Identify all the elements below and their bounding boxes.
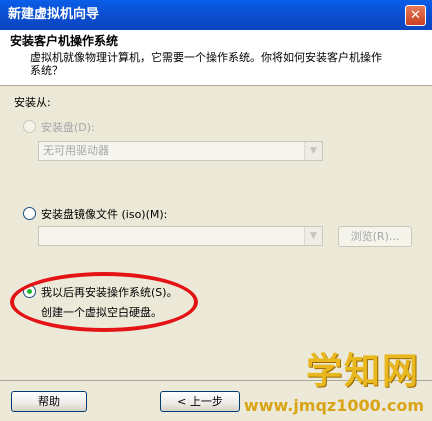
browse-button[interactable]: 浏览(R)... — [338, 226, 412, 247]
iso-image-label: 安装盘镜像文件 (iso)(M): — [41, 208, 168, 221]
installer-disc-select-value: 无可用驱动器 — [43, 144, 109, 157]
install-from-label: 安装从: — [14, 96, 51, 109]
watermark-url: www.jmqz1000.com — [243, 396, 424, 415]
close-icon: ✕ — [410, 8, 421, 23]
back-button[interactable]: < 上一步 — [160, 391, 240, 412]
window-title: 新建虚拟机向导 — [8, 7, 100, 22]
back-button-label: < 上一步 — [177, 395, 223, 408]
new-vm-wizard-window: 新建虚拟机向导 ✕ 安装客户机操作系统 虚拟机就像物理计算机，它需要一个操作系统… — [0, 0, 432, 421]
help-button[interactable]: 帮助 — [11, 391, 87, 412]
iso-image-radio[interactable] — [23, 207, 36, 220]
installer-disc-radio[interactable] — [23, 120, 36, 133]
close-button[interactable]: ✕ — [405, 5, 426, 26]
page-description: 虚拟机就像物理计算机，它需要一个操作系统。你将如何安装客户机操作系统？ — [30, 51, 382, 77]
page-title: 安装客户机操作系统 — [10, 34, 119, 48]
wizard-header: 安装客户机操作系统 虚拟机就像物理计算机，它需要一个操作系统。你将如何安装客户机… — [0, 30, 432, 86]
browse-button-label: 浏览(R)... — [350, 230, 400, 243]
watermark-logo: 学知网 — [305, 351, 420, 392]
installer-disc-select[interactable]: 无可用驱动器 ▼ — [38, 141, 323, 161]
red-annotation-ellipse — [10, 272, 198, 332]
chevron-down-icon: ▼ — [304, 227, 322, 245]
title-bar[interactable]: 新建虚拟机向导 ✕ — [0, 0, 432, 30]
iso-path-combo[interactable]: ▼ — [38, 226, 323, 246]
installer-disc-label: 安装盘(D): — [41, 121, 95, 134]
help-button-label: 帮助 — [38, 395, 60, 408]
chevron-down-icon: ▼ — [304, 142, 322, 160]
